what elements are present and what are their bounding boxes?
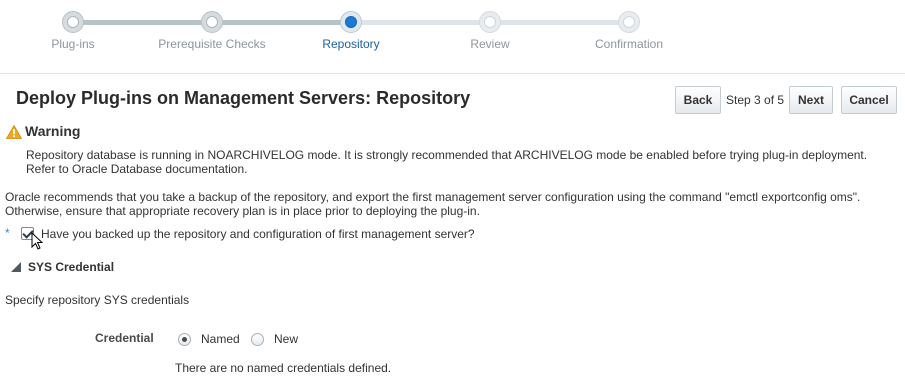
credential-named-radio[interactable] (178, 333, 191, 346)
train-stop-prerequisite-checks[interactable] (201, 11, 223, 33)
back-button[interactable]: Back (675, 86, 721, 114)
collapse-triangle-icon[interactable] (11, 262, 21, 272)
sys-credential-description: Specify repository SYS credentials (5, 293, 190, 307)
warning-icon (6, 125, 22, 139)
credential-label: Credential (95, 331, 154, 345)
train-connector (212, 20, 351, 25)
train-connector (351, 20, 490, 25)
train-stop-repository (340, 11, 362, 33)
credential-new-radio[interactable] (251, 333, 264, 346)
recommendation-line-1: Oracle recommends that you take a backup… (5, 190, 861, 204)
train-label-confirmation: Confirmation (594, 37, 664, 51)
warning-line-1: Repository database is running in NOARCH… (26, 148, 868, 162)
warning-line-2: Refer to Oracle Database documentation. (26, 162, 248, 176)
no-named-credentials-message: There are no named credentials defined. (175, 361, 392, 375)
next-button[interactable]: Next (789, 86, 833, 114)
section-title-sys-credential[interactable]: SYS Credential (28, 260, 114, 274)
backup-recommendation: Oracle recommends that you take a backup… (5, 190, 900, 218)
recommendation-line-2: Otherwise, ensure that appropriate recov… (5, 204, 480, 218)
header-divider (0, 73, 905, 74)
train-label-repository: Repository (322, 37, 380, 51)
credential-new-label[interactable]: New (274, 332, 298, 346)
train-label-prerequisite-checks[interactable]: Prerequisite Checks (158, 37, 265, 51)
warning-message: Repository database is running in NOARCH… (26, 148, 896, 176)
train-connector (73, 20, 212, 25)
train-stop-review (479, 11, 501, 33)
credential-named-label[interactable]: Named (201, 332, 240, 346)
step-indicator: Step 3 of 5 (726, 93, 785, 107)
warning-title: Warning (25, 123, 81, 139)
train-stop-confirmation (618, 11, 640, 33)
train-stop-plugins[interactable] (62, 11, 84, 33)
train-connector (490, 20, 629, 25)
train-label-plugins[interactable]: Plug-ins (51, 37, 94, 51)
page-title: Deploy Plug-ins on Management Servers: R… (16, 88, 471, 108)
required-indicator: * (5, 226, 10, 240)
backup-confirm-label[interactable]: Have you backed up the repository and co… (41, 227, 475, 241)
cancel-button[interactable]: Cancel (841, 86, 897, 114)
train-label-review: Review (470, 37, 510, 51)
train-stepper: Plug-ins Prerequisite Checks Repository … (0, 0, 905, 60)
